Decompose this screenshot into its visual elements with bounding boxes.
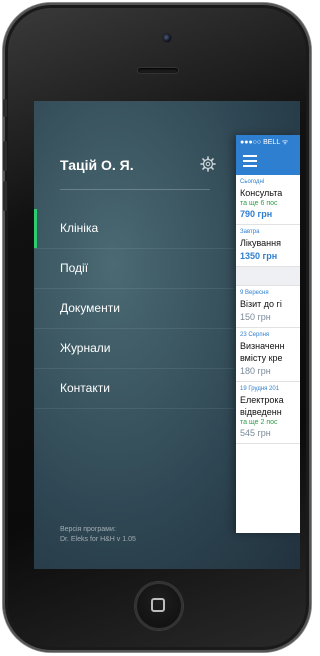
menu-item-label: Клініка — [60, 221, 99, 235]
main-content-panel[interactable]: ●●●○○ BELL ᯤ Сьогодні Консульта та ще 6 … — [236, 135, 300, 533]
panel-nav-bar: ●●●○○ BELL ᯤ — [236, 135, 300, 175]
appointment-item[interactable]: Завтра Лікування 1350 грн — [236, 225, 300, 267]
appointment-more: та ще 6 пос — [240, 200, 278, 207]
appointment-date: 23 Серпня — [240, 332, 270, 338]
menu-item-label: Контакти — [60, 381, 110, 395]
hamburger-icon[interactable] — [243, 155, 257, 170]
appointment-title: Лікування — [240, 238, 281, 248]
appointment-date: Сьогодні — [240, 179, 265, 185]
version-label: Версія програми: — [60, 526, 116, 533]
appointment-title: Консульта — [240, 188, 283, 198]
app-version: Версія програми: Dr. Eleks for H&H v 1.0… — [60, 525, 136, 545]
appointment-price: 180 грн — [240, 366, 271, 376]
gear-icon[interactable] — [200, 156, 216, 172]
menu-item-events[interactable]: Події — [34, 249, 234, 289]
appointment-price: 1350 грн — [240, 251, 278, 261]
home-button[interactable] — [135, 582, 183, 630]
appointment-more: та ще 2 пос — [240, 419, 278, 426]
appointment-title-line2: вмісту кре — [240, 353, 283, 363]
menu-item-contacts[interactable]: Контакти — [34, 369, 234, 409]
appointment-title: Електрока — [240, 395, 284, 405]
appointment-item[interactable]: Сьогодні Консульта та ще 6 пос 790 грн — [236, 175, 300, 225]
appointment-title-line2: відведенн — [240, 407, 282, 417]
mute-switch — [3, 99, 7, 117]
menu-item-clinic[interactable]: Клініка — [34, 209, 234, 249]
menu-item-label: Події — [60, 261, 89, 275]
volume-up-button — [3, 141, 7, 171]
volume-down-button — [3, 181, 7, 211]
appointment-date: 9 Вересня — [240, 290, 269, 296]
section-separator — [236, 267, 300, 286]
menu-item-label: Журнали — [60, 341, 111, 355]
appointment-item[interactable]: 9 Вересня Візит до гі 150 грн — [236, 286, 300, 328]
appointment-date: 19 Грудня 201 — [240, 386, 280, 392]
side-menu: Клініка Події Документи Журнали Контакти — [34, 209, 234, 409]
appointment-title: Візит до гі — [240, 299, 282, 309]
phone-screen: Тацій О. Я. Клініка Події Документи Журн… — [34, 101, 300, 569]
front-camera — [163, 34, 171, 42]
menu-item-journals[interactable]: Журнали — [34, 329, 234, 369]
version-value: Dr. Eleks for H&H v 1.05 — [60, 536, 136, 543]
menu-item-label: Документи — [60, 301, 120, 315]
earpiece-speaker — [138, 68, 178, 73]
appointment-price: 545 грн — [240, 428, 271, 438]
header-divider — [60, 189, 210, 190]
appointment-price: 790 грн — [240, 209, 273, 219]
status-bar: ●●●○○ BELL ᯤ — [240, 139, 289, 146]
user-name: Тацій О. Я. — [60, 157, 134, 173]
appointment-item[interactable]: 19 Грудня 201 Електрока відведенн та ще … — [236, 382, 300, 444]
home-square-icon — [151, 598, 165, 612]
appointment-price: 150 грн — [240, 312, 271, 322]
appointment-item[interactable]: 23 Серпня Визначенн вмісту кре 180 грн — [236, 328, 300, 382]
menu-item-documents[interactable]: Документи — [34, 289, 234, 329]
appointment-date: Завтра — [240, 229, 260, 235]
appointment-title: Визначенн — [240, 341, 285, 351]
